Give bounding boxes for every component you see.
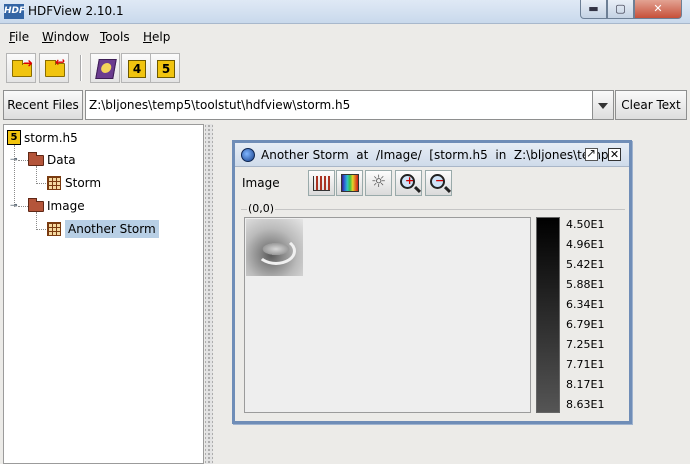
minimize-button[interactable]: ▬ <box>580 0 607 19</box>
tree-node-label: Storm <box>65 176 102 190</box>
histogram-icon <box>313 176 330 191</box>
tree-connector <box>36 229 46 230</box>
zoom-in-button[interactable]: + <box>395 170 422 196</box>
window-title-bar: HDF HDFView 2.10.1 ▬ ▢ ✕ <box>0 0 690 24</box>
legend-value: 8.63E1 <box>566 398 605 411</box>
window-title: HDFView 2.10.1 <box>28 4 124 18</box>
group-folder-icon <box>28 151 44 166</box>
image-canvas[interactable] <box>244 217 531 413</box>
storm-image-thumbnail[interactable] <box>246 219 303 276</box>
brightness-icon: ☼ <box>371 172 387 192</box>
tree-node-label-selected: Another Storm <box>65 220 159 238</box>
legend-value: 7.25E1 <box>566 338 605 351</box>
menu-bar: File Window Tools Help <box>0 27 690 49</box>
legend-value: 8.17E1 <box>566 378 605 391</box>
legend-value: 5.42E1 <box>566 258 605 271</box>
group-folder-icon <box>28 197 44 212</box>
legend-value: 6.79E1 <box>566 318 605 331</box>
tree-group-image[interactable]: Image <box>28 197 85 213</box>
open-file-button[interactable]: ➜ <box>6 53 36 83</box>
image-view-title-bar[interactable]: Another Storm at /Image/ [storm.h5 in Z:… <box>235 143 629 167</box>
legend-value: 7.71E1 <box>566 358 605 371</box>
legend-value: 5.88E1 <box>566 278 605 291</box>
tree-image-another-storm[interactable]: Another Storm <box>47 220 159 238</box>
image-view-toolbar: Image ☼ + − <box>235 168 629 198</box>
close-arrow-icon: ↩ <box>55 55 66 69</box>
tree-connector <box>36 212 37 230</box>
close-frame-icon[interactable]: ✕ <box>608 148 621 161</box>
tree-node-label: storm.h5 <box>24 130 78 145</box>
close-file-button[interactable]: ↩ <box>39 53 69 83</box>
tree-connector <box>18 206 28 207</box>
menu-file[interactable]: File <box>9 30 29 44</box>
palette-icon <box>341 174 359 192</box>
collapse-toggle-icon[interactable]: ⊸ <box>10 202 19 211</box>
user-guide-button[interactable] <box>90 53 120 83</box>
tree-connector <box>18 160 28 161</box>
menu-accelerator: W <box>42 30 54 44</box>
histogram-button[interactable] <box>308 170 335 196</box>
zoom-in-icon: + <box>400 174 415 189</box>
menu-label: indow <box>53 30 90 44</box>
menu-tools[interactable]: Tools <box>100 30 130 44</box>
image-toolbar-label: Image <box>242 176 280 190</box>
palette-legend-bar <box>536 217 560 413</box>
image-grid-icon <box>47 222 61 236</box>
dataset-grid-icon <box>47 176 61 190</box>
hdf5-library-button[interactable]: 5 <box>150 53 180 83</box>
menu-label: ools <box>105 30 130 44</box>
maximize-button[interactable]: ▢ <box>607 0 634 19</box>
maximize-frame-icon[interactable] <box>585 146 598 161</box>
tree-node-label: Data <box>47 153 76 167</box>
open-arrow-icon: ➜ <box>23 56 34 70</box>
legend-value: 6.34E1 <box>566 298 605 311</box>
tree-dataset-storm[interactable]: Storm <box>47 176 101 190</box>
zoom-out-mark: − <box>435 174 445 187</box>
image-view-title: Another Storm at /Image/ [storm.h5 in Z:… <box>261 148 620 162</box>
file-tree-panel: 5 storm.h5 ⊸ Data Storm ⊸ Image Another … <box>3 124 204 464</box>
tree-connector <box>36 183 46 184</box>
palette-button[interactable] <box>336 170 363 196</box>
file-path-bar: Recent Files Z:\bljones\temp5\toolstut\h… <box>0 89 690 121</box>
menu-label: ile <box>15 30 30 44</box>
zoom-out-icon: − <box>430 174 445 189</box>
main-toolbar: ➜ ↩ 4 5 <box>0 50 690 86</box>
hdf4-library-icon: 4 <box>128 60 146 78</box>
menu-window[interactable]: Window <box>42 30 89 44</box>
toolbar-separator <box>80 55 82 81</box>
tree-node-label: Image <box>47 199 85 213</box>
user-guide-icon <box>95 59 117 79</box>
coordinate-divider <box>241 209 625 210</box>
hdfview-app-icon: HDF <box>4 4 25 19</box>
file-path-field[interactable]: Z:\bljones\temp5\toolstut\hdfview\storm.… <box>85 90 593 120</box>
zoom-out-button[interactable]: − <box>425 170 452 196</box>
menu-help[interactable]: Help <box>143 30 170 44</box>
brightness-button[interactable]: ☼ <box>365 170 392 196</box>
hdf5-library-icon: 5 <box>157 60 175 78</box>
zoom-in-mark: + <box>405 174 415 187</box>
image-view-window: Another Storm at /Image/ [storm.h5 in Z:… <box>232 140 632 424</box>
collapse-toggle-icon[interactable]: ⊸ <box>10 156 19 165</box>
menu-accelerator: H <box>143 30 153 44</box>
globe-icon <box>241 148 255 162</box>
tree-root-storm-h5[interactable]: 5 storm.h5 <box>7 130 78 145</box>
recent-files-button[interactable]: Recent Files <box>3 90 83 120</box>
panel-splitter[interactable] <box>205 124 213 464</box>
legend-value: 4.96E1 <box>566 238 605 251</box>
hdf4-library-button[interactable]: 4 <box>121 53 151 83</box>
tree-connector <box>36 166 37 184</box>
clear-text-button[interactable]: Clear Text <box>615 90 687 120</box>
close-window-button[interactable]: ✕ <box>634 0 682 19</box>
path-dropdown-button[interactable] <box>593 90 614 120</box>
cursor-coordinate: (0,0) <box>247 202 276 215</box>
menu-label: elp <box>152 30 171 44</box>
hdf5-file-icon: 5 <box>7 130 21 145</box>
legend-value: 4.50E1 <box>566 218 605 231</box>
tree-group-data[interactable]: Data <box>28 151 76 167</box>
